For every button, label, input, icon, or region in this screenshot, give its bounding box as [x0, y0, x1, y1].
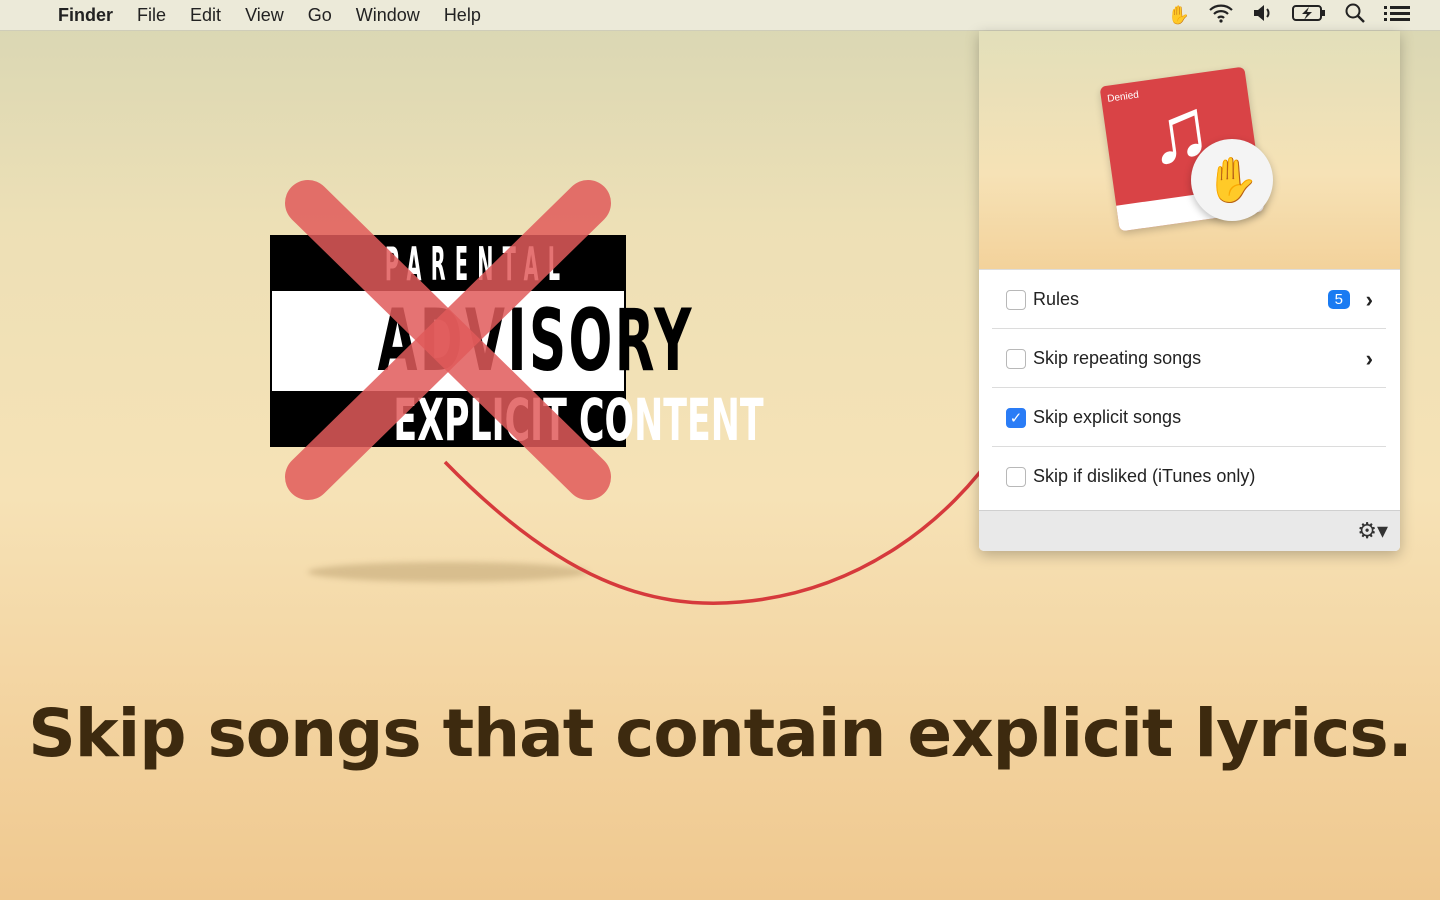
skip-explicit-row[interactable]: ✓ Skip explicit songs [979, 388, 1400, 447]
menu-file[interactable]: File [125, 5, 178, 26]
popover-panel: Denied ♫ ✋ Rules 5 › Skip repeating song… [979, 31, 1400, 551]
stop-hand-icon: ✋ [1191, 139, 1273, 221]
hand-icon[interactable]: ✋ [1168, 5, 1190, 26]
advisory-line-1: PARENTAL [384, 237, 570, 291]
skip-disliked-row[interactable]: Skip if disliked (iTunes only) [979, 447, 1400, 506]
chevron-right-icon[interactable]: › [1366, 287, 1373, 313]
volume-icon[interactable] [1252, 4, 1274, 27]
advisory-line-3: EXPLICIT CONTENT [393, 386, 764, 454]
menu-view[interactable]: View [233, 5, 296, 26]
tagline: Skip songs that contain explicit lyrics. [28, 695, 1413, 772]
wifi-icon[interactable] [1208, 3, 1234, 28]
skip-repeating-label: Skip repeating songs [1033, 348, 1202, 368]
skip-repeating-checkbox[interactable] [1006, 348, 1026, 369]
menu-bar: Finder File Edit View Go Window Help ✋ [0, 0, 1440, 31]
rules-label: Rules [1033, 289, 1080, 309]
skip-explicit-checkbox[interactable]: ✓ [1006, 407, 1026, 428]
menu-finder[interactable]: Finder [46, 5, 125, 26]
skip-disliked-checkbox[interactable] [1006, 466, 1026, 487]
menu-help[interactable]: Help [432, 5, 493, 26]
menu-go[interactable]: Go [296, 5, 344, 26]
logo-shadow [308, 562, 588, 582]
skip-repeating-row[interactable]: Skip repeating songs › [979, 329, 1400, 388]
popover-header: Denied ♫ ✋ [979, 31, 1400, 270]
rules-row[interactable]: Rules 5 › [979, 270, 1400, 329]
menu-window[interactable]: Window [344, 5, 432, 26]
app-icon-label: Denied [1106, 89, 1140, 105]
menu-edit[interactable]: Edit [178, 5, 233, 26]
advisory-line-2: ADVISORY [377, 291, 694, 391]
rules-checkbox[interactable] [1006, 289, 1026, 310]
skip-explicit-label: Skip explicit songs [1033, 407, 1182, 427]
gear-icon[interactable]: ⚙▾ [1357, 518, 1388, 544]
list-icon[interactable] [1384, 4, 1410, 27]
chevron-right-icon[interactable]: › [1366, 346, 1373, 372]
parental-advisory-logo: PARENTAL ADVISORY EXPLICIT CONTENT [270, 235, 764, 449]
popover-footer: ⚙▾ [979, 510, 1400, 551]
skip-disliked-label: Skip if disliked (iTunes only) [1033, 466, 1256, 486]
battery-charging-icon[interactable] [1292, 4, 1326, 27]
search-icon[interactable] [1344, 2, 1366, 29]
rules-count-badge: 5 [1327, 290, 1350, 309]
